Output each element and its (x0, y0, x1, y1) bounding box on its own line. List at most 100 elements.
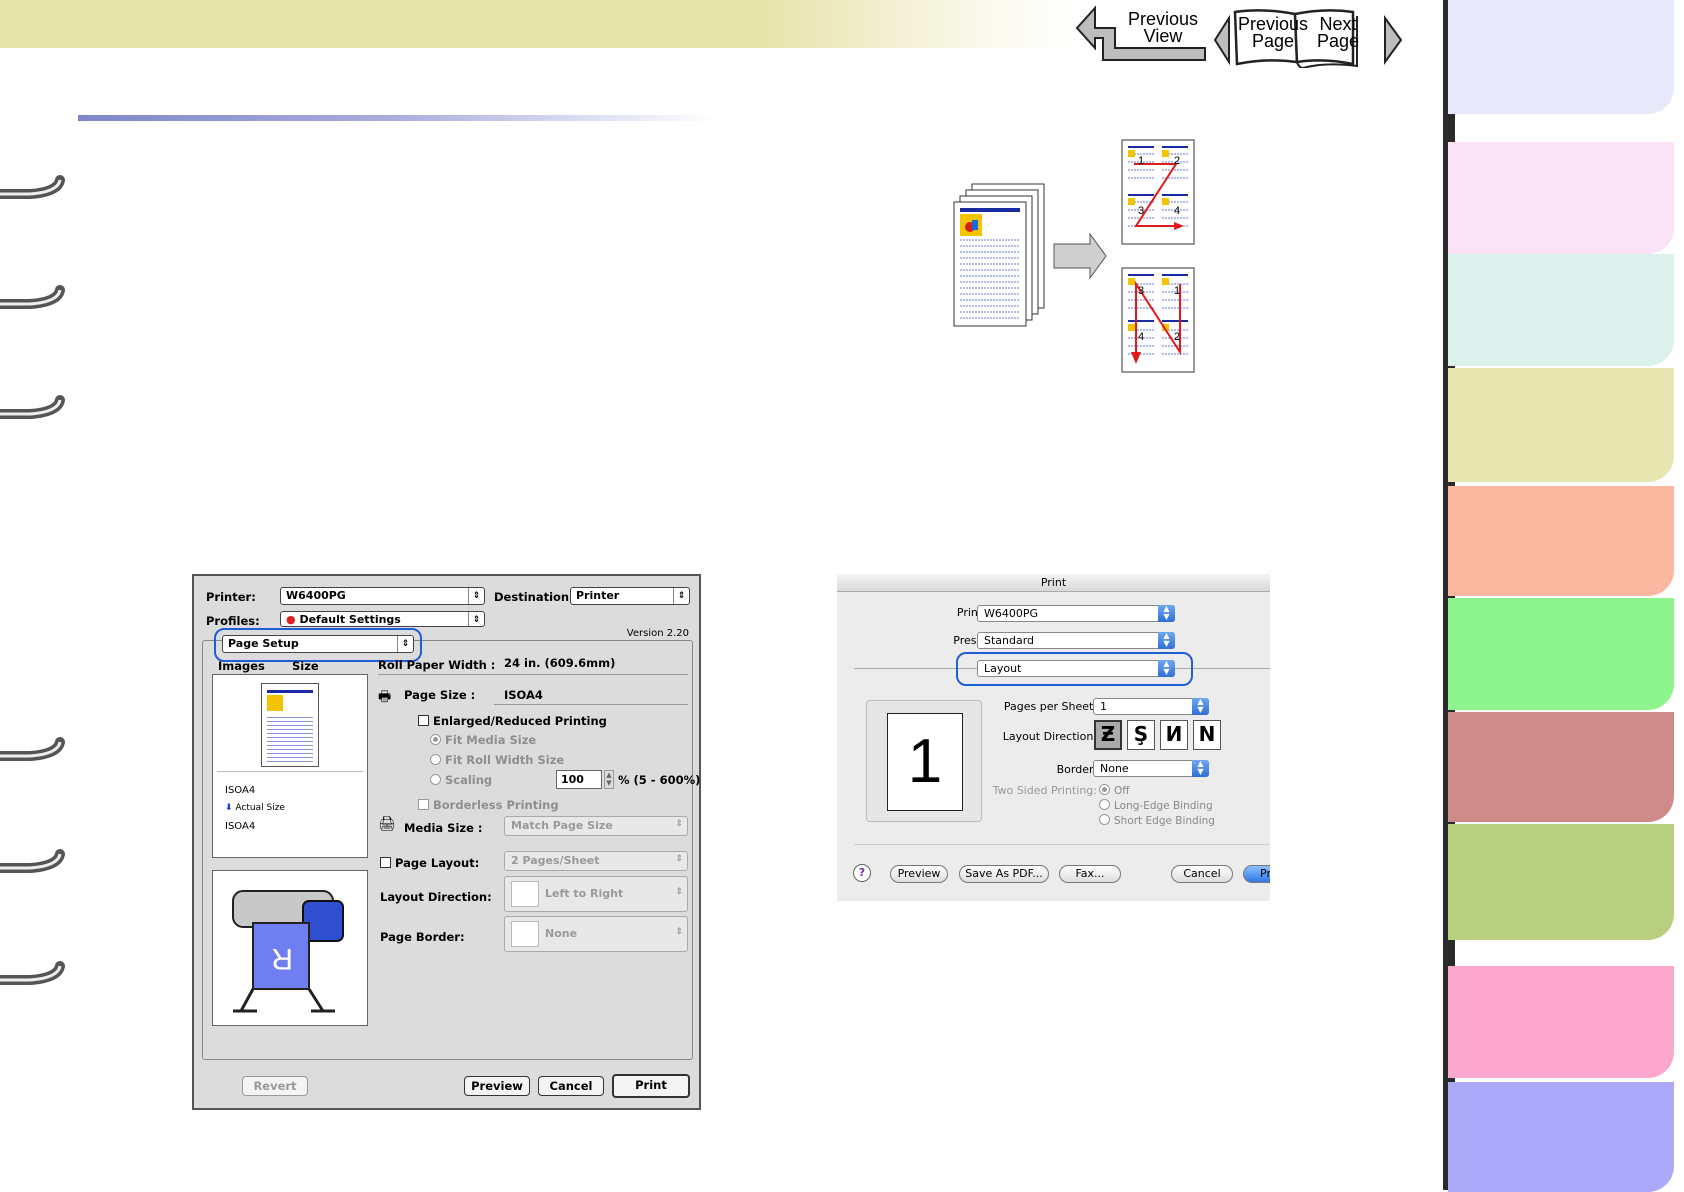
layout-preview-page: 1 (887, 713, 963, 811)
previous-view-label-2: View (1143, 26, 1183, 46)
save-as-pdf-button[interactable]: Save As PDF... (959, 865, 1049, 883)
profiles-label: Profiles: (206, 614, 260, 628)
source-pages-stack (953, 183, 1045, 327)
scaling-input[interactable]: 100 (556, 770, 602, 789)
side-tab-4[interactable] (1448, 368, 1674, 482)
binder-ring-icon (0, 737, 65, 761)
reverse-n-direction-button[interactable]: И (1160, 720, 1188, 750)
profile-icon: ● (286, 613, 300, 626)
page-size-value: ISOA4 (504, 688, 543, 702)
scaling-radio[interactable]: Scaling (430, 773, 492, 787)
side-tab-7[interactable] (1448, 712, 1674, 822)
short-edge-radio[interactable]: Short Edge Binding (1099, 814, 1215, 827)
preview-paper-label: ISOA4 (225, 785, 256, 796)
popup-arrows-icon: ▲ ▼ (1158, 605, 1175, 622)
side-tab-6[interactable] (1448, 598, 1674, 710)
checkbox-icon (418, 715, 429, 726)
n-page-number: 4 (1138, 331, 1144, 343)
page-layout-value: 2 Pages/Sheet (511, 854, 600, 867)
version-label: Version 2.20 (626, 628, 689, 639)
side-tab-8[interactable] (1448, 824, 1674, 940)
previous-page-label-2: Page (1251, 31, 1295, 51)
pages-per-sheet-value: 1 (1100, 700, 1107, 713)
revert-button[interactable]: Revert (242, 1076, 308, 1096)
binder-ring-icon (0, 285, 65, 309)
page-navigation: Previous View Previous Page Next Page (1075, 0, 1415, 70)
mac-print-button[interactable]: Pr (1243, 865, 1270, 883)
long-edge-label: Long-Edge Binding (1114, 800, 1213, 812)
enlarged-reduced-label: Enlarged/Reduced Printing (433, 714, 607, 728)
fit-roll-width-radio[interactable]: Fit Roll Width Size (430, 753, 564, 767)
tab-images[interactable]: Images (218, 659, 265, 673)
popup-arrows-icon: ▲ ▼ (1192, 760, 1209, 777)
n-direction-button[interactable]: N (1193, 720, 1221, 750)
borderless-label: Borderless Printing (433, 798, 559, 812)
updown-arrow-icon: ⇕ (675, 927, 683, 937)
preview-size-row: ⬇ Actual Size (225, 803, 285, 813)
side-tab-2[interactable] (1448, 142, 1674, 254)
section-title-rule (78, 115, 718, 121)
border-popup-value: None (1100, 762, 1129, 775)
roll-paper-width-value: 24 in. (609.6mm) (504, 656, 616, 670)
enlarged-reduced-checkbox[interactable]: Enlarged/Reduced Printing (418, 714, 607, 728)
print-button[interactable]: Print (612, 1074, 690, 1098)
svg-text:R: R (271, 942, 293, 975)
z-page-number: 4 (1174, 205, 1180, 217)
scaling-label: Scaling (445, 773, 493, 787)
layout-direction-label: Layout Direction: (380, 890, 492, 904)
page-layout-select[interactable]: 2 Pages/Sheet ⇕ (504, 851, 688, 871)
layout-preview-well: 1 (866, 700, 982, 822)
printer-select-value: W6400PG (286, 589, 346, 602)
help-button[interactable]: ? (853, 864, 871, 882)
destination-select[interactable]: Printer ⇕ (570, 587, 690, 605)
checkbox-icon (380, 857, 391, 868)
tab-size[interactable]: Size (292, 659, 319, 673)
side-tab-1[interactable] (1448, 0, 1674, 114)
pages-per-sheet-popup[interactable]: 1 ▲ ▼ (1093, 698, 1209, 715)
header-band (0, 0, 1080, 48)
borderless-checkbox[interactable]: Borderless Printing (418, 798, 559, 812)
mac-preview-button[interactable]: Preview (890, 865, 948, 883)
side-tab-9[interactable] (1448, 966, 1674, 1078)
z-page-number: 1 (1138, 155, 1144, 167)
fit-media-size-radio[interactable]: Fit Media Size (430, 733, 536, 747)
fit-roll-width-label: Fit Roll Width Size (445, 753, 565, 767)
fax-button[interactable]: Fax... (1059, 865, 1121, 883)
side-tab-3[interactable] (1448, 254, 1674, 366)
page-border-select[interactable]: None ⇕ (504, 916, 688, 952)
previous-page-button[interactable]: Previous Page (1238, 15, 1308, 51)
two-sided-off-radio[interactable]: Off (1099, 784, 1130, 797)
previous-view-button[interactable]: Previous View (1123, 10, 1203, 46)
page-size-label: Page Size : (404, 688, 476, 702)
highlight-outline (956, 652, 1193, 686)
z-direction-button[interactable]: Ƶ (1094, 720, 1122, 750)
printer-popup[interactable]: W6400PG ▲ ▼ (977, 605, 1175, 622)
page-border-label: Page Border: (380, 930, 465, 944)
radio-icon (1099, 799, 1110, 810)
n-page-number: 1 (1174, 285, 1180, 297)
long-edge-radio[interactable]: Long-Edge Binding (1099, 799, 1213, 812)
mac-cancel-button[interactable]: Cancel (1171, 865, 1233, 883)
printer-popup-value: W6400PG (984, 607, 1039, 620)
next-page-button[interactable]: Next Page (1308, 15, 1368, 50)
border-popup[interactable]: None ▲ ▼ (1093, 760, 1209, 777)
side-tab-10[interactable] (1448, 1082, 1674, 1192)
short-edge-label: Short Edge Binding (1114, 815, 1215, 827)
layout-direction-select[interactable]: Left to Right ⇕ (504, 876, 688, 912)
scaling-stepper[interactable]: ▲ ▼ (604, 770, 614, 789)
side-tab-5[interactable] (1448, 486, 1674, 596)
profiles-select[interactable]: ● Default Settings ⇕ (280, 611, 485, 627)
printer-driver-dialog: Printer: W6400PG ⇕ Destination: Printer ⇕ … (192, 574, 701, 1110)
z-layout-sheet (1121, 139, 1195, 245)
presets-popup[interactable]: Standard ▲ ▼ (977, 632, 1175, 649)
cancel-button[interactable]: Cancel (538, 1076, 604, 1096)
page-layout-checkbox[interactable]: Page Layout: (380, 856, 479, 870)
printer-select[interactable]: W6400PG ⇕ (280, 587, 485, 605)
preview-output-label: ISOA4 (225, 821, 256, 832)
popup-arrows-icon: ▲ ▼ (1192, 698, 1209, 715)
media-size-value: Match Page Size (511, 819, 613, 832)
preview-button[interactable]: Preview (464, 1076, 530, 1096)
media-size-select[interactable]: Match Page Size ⇕ (504, 816, 688, 836)
page-border-icon (511, 921, 539, 947)
s-direction-button[interactable]: Ş (1127, 720, 1155, 750)
